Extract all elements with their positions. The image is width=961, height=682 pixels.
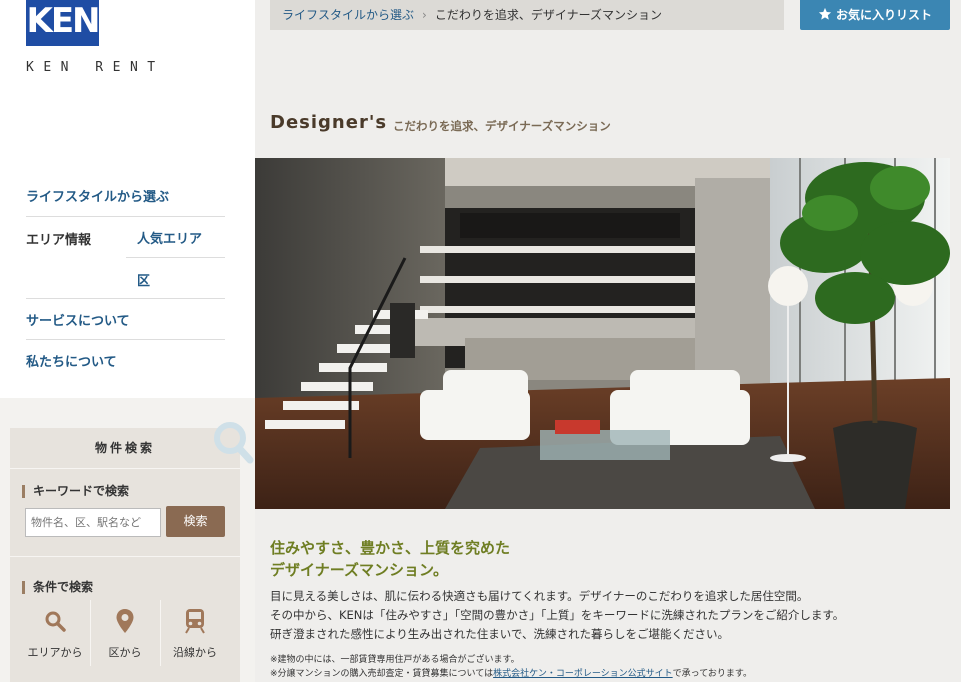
- body-line-2: その中から、KENは「住みやすさ」「空間の豊かさ」「上質」をキーワードに洗練され…: [270, 608, 845, 622]
- nav-divider: [26, 298, 225, 299]
- sidebar-nav: ライフスタイルから選ぶ エリア情報 人気エリア 区 サービスについて 私たちにつ…: [0, 158, 255, 398]
- search-by-area-label: エリアから: [27, 646, 83, 659]
- breadcrumb-parent-link[interactable]: ライフスタイルから選ぶ: [282, 8, 414, 22]
- note-line-1: ※建物の中には、一部賃貸専用住戸がある場合がございます。: [270, 655, 520, 665]
- corporate-site-link[interactable]: 株式会社ケン・コーポレーション公式サイト: [493, 669, 673, 679]
- keyword-search-input[interactable]: [25, 508, 161, 537]
- nav-lifestyle[interactable]: ライフスタイルから選ぶ: [26, 186, 169, 205]
- nav-about[interactable]: 私たちについて: [26, 351, 117, 370]
- sidebar: KEN KEN RENT ライフスタイルから選ぶ エリア情報 人気エリア 区 サ…: [0, 0, 255, 682]
- search-by-ward[interactable]: 区から: [92, 604, 158, 674]
- logo-mark[interactable]: KEN: [26, 0, 101, 46]
- page-title: Designer's: [270, 112, 388, 133]
- breadcrumb-separator: ›: [422, 8, 427, 22]
- decorative-magnifier-icon: [214, 422, 254, 464]
- content-body: 目に見える美しさは、肌に伝わる快適さも届けてくれます。デザイナーのこだわりを追求…: [270, 587, 844, 644]
- search-by-line-label: 沿線から: [173, 646, 217, 659]
- headline-line-1: 住みやすさ、豊かさ、上質を究めた: [270, 539, 511, 557]
- logo-text[interactable]: KEN RENT: [26, 60, 165, 75]
- page-subtitle: こだわりを追求、デザイナーズマンション: [393, 119, 611, 133]
- nav-popular-area[interactable]: 人気エリア: [137, 228, 202, 247]
- nav-services[interactable]: サービスについて: [26, 310, 130, 329]
- keyword-search-button[interactable]: 検索: [166, 506, 225, 537]
- logo-area: KEN KEN RENT: [0, 0, 255, 158]
- body-line-3: 研ぎ澄まされた感性により生み出された住まいで、洗練された暮らしをご堪能ください。: [270, 627, 729, 641]
- note-2-suffix: で承っております。: [672, 669, 753, 679]
- panel-divider: [10, 468, 240, 469]
- nav-divider: [26, 339, 225, 340]
- favorites-list-button[interactable]: お気に入りリスト: [800, 0, 950, 30]
- search-by-area[interactable]: エリアから: [22, 604, 88, 674]
- nav-divider: [126, 257, 225, 258]
- hero-interior-photo: [255, 158, 950, 509]
- property-search-panel: 物件検索 キーワードで検索 検索 条件で検索 エリアから 区から 沿線から: [10, 428, 240, 682]
- panel-divider: [10, 556, 240, 557]
- star-icon: [818, 7, 832, 20]
- magnifier-icon: [22, 604, 88, 638]
- keyword-search-heading: キーワードで検索: [22, 485, 129, 498]
- favorites-list-label: お気に入りリスト: [835, 8, 932, 22]
- content-headline: 住みやすさ、豊かさ、上質を究めた デザイナーズマンション。: [270, 537, 510, 581]
- search-by-ward-label: 区から: [108, 646, 142, 659]
- nav-ward[interactable]: 区: [137, 270, 150, 289]
- search-by-line[interactable]: 沿線から: [162, 604, 228, 674]
- body-line-1: 目に見える美しさは、肌に伝わる快適さも届けてくれます。デザイナーのこだわりを追求…: [270, 589, 809, 603]
- note-2-prefix: ※分譲マンションの購入売却査定・賃貸募集については: [270, 669, 494, 679]
- headline-line-2: デザイナーズマンション。: [270, 561, 449, 579]
- panel-divider: [160, 600, 161, 666]
- map-pin-icon: [92, 604, 158, 638]
- panel-divider: [90, 600, 91, 666]
- condition-search-heading: 条件で検索: [22, 581, 93, 594]
- nav-area-info-label: エリア情報: [26, 233, 92, 248]
- breadcrumb-current: こだわりを追求、デザイナーズマンション: [434, 8, 662, 22]
- note-line-2: ※分譲マンションの購入売却査定・賃貸募集については株式会社ケン・コーポレーション…: [270, 667, 752, 681]
- breadcrumb: ライフスタイルから選ぶ › こだわりを追求、デザイナーズマンション: [270, 0, 784, 30]
- train-icon: [162, 604, 228, 638]
- nav-divider: [26, 216, 225, 217]
- search-panel-title: 物件検索: [94, 441, 155, 455]
- content-notes: ※建物の中には、一部賃貸専用住戸がある場合がございます。 ※分譲マンションの購入…: [270, 653, 752, 681]
